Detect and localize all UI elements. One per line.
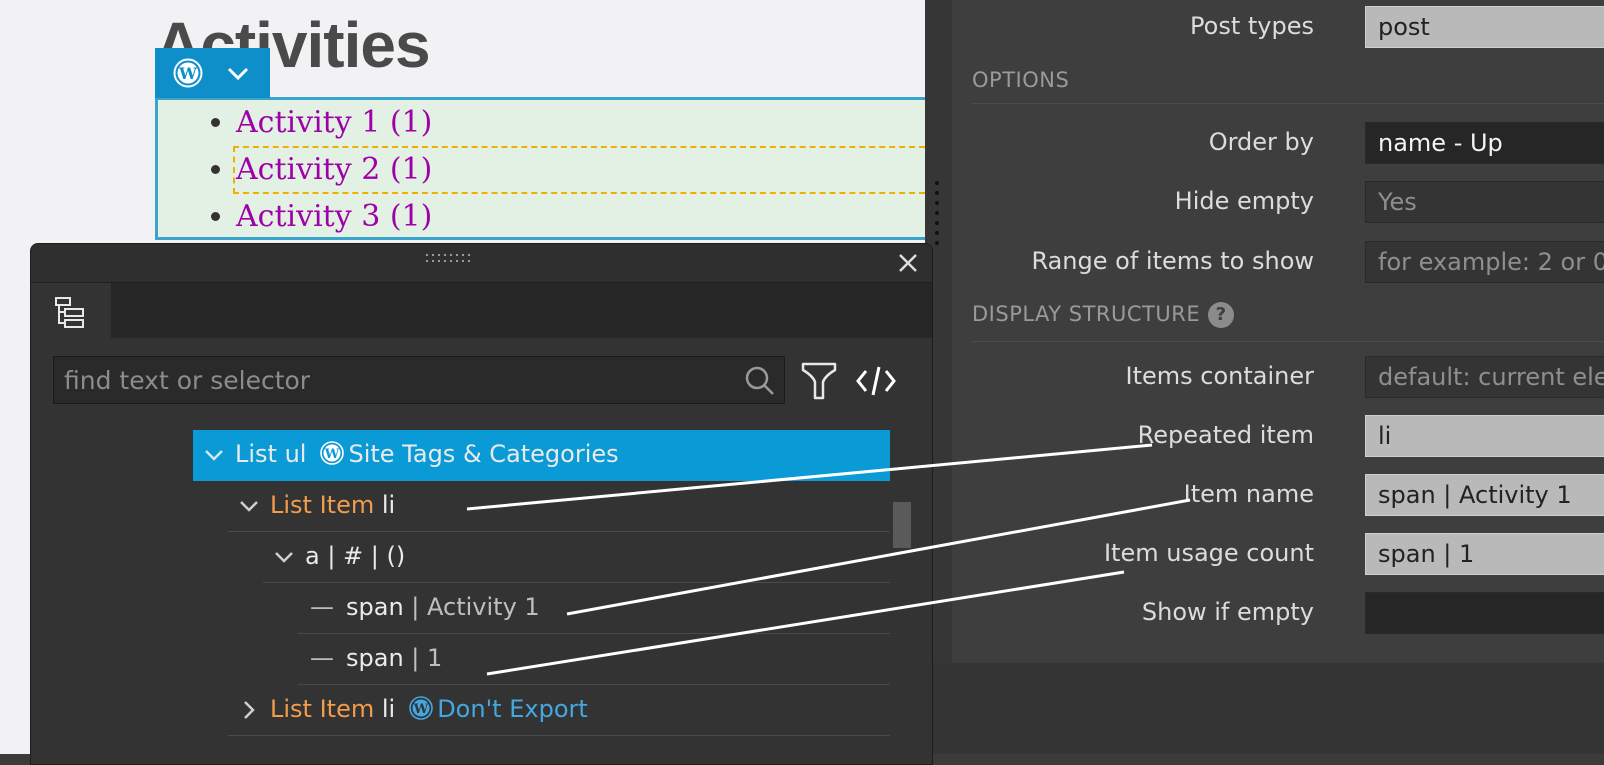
show-if-empty-label: Show if empty bbox=[1141, 598, 1314, 626]
repeated-item-field[interactable]: li bbox=[1365, 415, 1604, 457]
element-tag: span bbox=[346, 644, 404, 672]
element-tree-panel: List ul W Site Tags & Categories List Item… bbox=[30, 243, 933, 765]
wordpress-icon[interactable]: W bbox=[173, 58, 203, 88]
item-name-field[interactable]: span | Activity 1 bbox=[1365, 474, 1604, 516]
range-label: Range of items to show bbox=[1031, 247, 1314, 275]
chevron-down-icon[interactable] bbox=[273, 546, 295, 568]
filter-icon[interactable] bbox=[799, 358, 839, 402]
wordpress-icon: W bbox=[320, 441, 345, 465]
element-tag: span bbox=[346, 593, 404, 621]
item-usage-count-field[interactable]: span | 1 bbox=[1365, 533, 1604, 575]
svg-text:W: W bbox=[413, 702, 429, 717]
element-tag: li bbox=[381, 491, 396, 519]
wordpress-icon: W bbox=[409, 696, 434, 720]
order-by-select[interactable]: name - Up bbox=[1365, 122, 1604, 164]
element-value: | 1 bbox=[411, 644, 443, 672]
post-types-field[interactable]: post bbox=[1365, 6, 1604, 48]
element-toolbar[interactable]: W bbox=[155, 48, 270, 98]
element-label: a | # | () bbox=[305, 542, 406, 570]
hide-empty-label: Hide empty bbox=[1174, 187, 1314, 215]
leaf-dash: — bbox=[310, 644, 334, 672]
chevron-down-icon[interactable] bbox=[238, 495, 260, 517]
post-types-label: Post types bbox=[1190, 12, 1314, 40]
chevron-down-icon[interactable] bbox=[225, 62, 251, 84]
list-item[interactable]: Activity 1 (1) bbox=[236, 100, 925, 147]
scrollbar-thumb[interactable] bbox=[893, 502, 911, 548]
element-value: | Activity 1 bbox=[411, 593, 540, 621]
item-name-label: Item name bbox=[1183, 480, 1314, 508]
tree-icon bbox=[55, 297, 84, 328]
tree-row-list-item[interactable]: List Item li bbox=[228, 481, 890, 532]
list-item[interactable]: Activity 3 (1) bbox=[236, 194, 925, 241]
tree-row-span-name[interactable]: — span | Activity 1 bbox=[298, 583, 890, 634]
display-structure-header: DISPLAY STRUCTURE? bbox=[972, 302, 1235, 328]
selected-item-outline bbox=[233, 146, 925, 194]
element-label: List ul bbox=[235, 440, 307, 468]
show-if-empty-field[interactable] bbox=[1365, 592, 1604, 634]
items-container-label: Items container bbox=[1125, 362, 1314, 390]
tab-tree[interactable] bbox=[31, 283, 111, 338]
item-usage-count-label: Item usage count bbox=[1103, 539, 1314, 567]
leaf-dash: — bbox=[310, 593, 334, 621]
search-icon[interactable] bbox=[744, 365, 776, 397]
tree-row-list-ul[interactable]: List ul W Site Tags & Categories bbox=[193, 430, 890, 481]
hide-empty-field[interactable]: Yes bbox=[1365, 181, 1604, 223]
svg-text:W: W bbox=[324, 447, 340, 462]
help-icon[interactable]: ? bbox=[1208, 302, 1235, 328]
drag-handle-icon[interactable] bbox=[424, 252, 474, 264]
range-field[interactable]: for example: 2 or 0 bbox=[1365, 241, 1604, 283]
activity-link[interactable]: Activity 3 (1) bbox=[236, 199, 432, 234]
code-icon[interactable] bbox=[855, 362, 897, 400]
activity-link[interactable]: Activity 1 (1) bbox=[236, 105, 432, 140]
element-kind: List Item bbox=[270, 695, 375, 723]
settings-panel-footer bbox=[925, 663, 1604, 754]
svg-text:W: W bbox=[178, 64, 198, 83]
element-kind: List Item bbox=[270, 491, 375, 519]
options-section-header: OPTIONS bbox=[972, 68, 1070, 92]
chevron-right-icon[interactable] bbox=[238, 699, 260, 721]
element-tag: li bbox=[381, 695, 396, 723]
tree-row-anchor[interactable]: a | # | () bbox=[263, 532, 890, 583]
panel-tabbar bbox=[31, 283, 932, 338]
element-badge[interactable]: Don't Export bbox=[437, 695, 588, 723]
search-box bbox=[53, 356, 785, 404]
search-input[interactable] bbox=[54, 357, 734, 403]
panel-header[interactable] bbox=[31, 244, 932, 283]
tree-row-list-item[interactable]: List Item li W Don't Export bbox=[228, 685, 890, 736]
repeated-item-label: Repeated item bbox=[1137, 421, 1314, 449]
display-structure-title: DISPLAY STRUCTURE bbox=[972, 302, 1201, 326]
items-container-field[interactable]: default: current ele bbox=[1365, 356, 1604, 398]
element-badge: Site Tags & Categories bbox=[348, 440, 619, 468]
resize-handle-icon[interactable] bbox=[934, 180, 940, 246]
section-divider bbox=[972, 341, 1604, 342]
section-divider bbox=[972, 103, 1604, 104]
tree-row-span-count[interactable]: — span | 1 bbox=[298, 634, 890, 685]
order-by-label: Order by bbox=[1208, 128, 1314, 156]
close-icon[interactable] bbox=[894, 249, 922, 277]
chevron-down-icon[interactable] bbox=[203, 444, 225, 466]
